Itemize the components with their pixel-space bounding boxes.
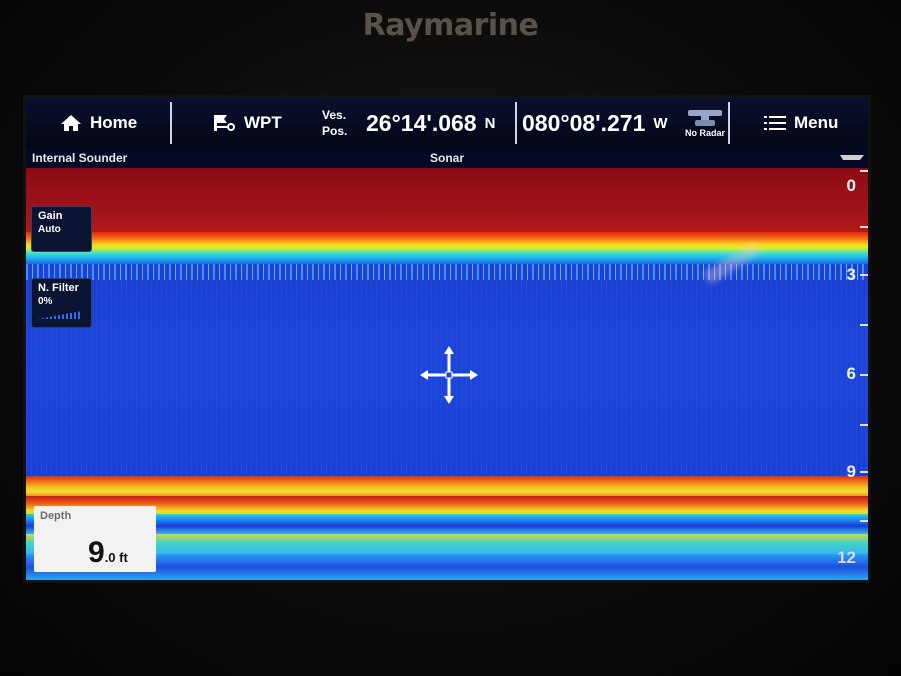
- longitude-hemisphere: W: [653, 114, 668, 132]
- noise-filter-value: 0%: [38, 296, 53, 307]
- latitude-value: 26°14'.068: [366, 109, 477, 136]
- scale-tick: [860, 274, 868, 276]
- vespos-line1: Ves.: [322, 108, 347, 122]
- radar-status-label: No Radar: [684, 128, 725, 138]
- gain-control[interactable]: Gain Auto: [31, 206, 92, 252]
- depth-label: Depth: [40, 510, 72, 522]
- gain-label: Gain: [38, 210, 63, 222]
- scale-tick: [860, 374, 868, 376]
- scale-tick: [860, 226, 868, 228]
- surface-clutter: [26, 168, 868, 234]
- sonar-subbar: Internal Sounder Sonar: [26, 148, 868, 168]
- noise-filter-control[interactable]: N. Filter 0%: [31, 278, 92, 328]
- depth-unit: .0 ft: [104, 550, 128, 565]
- vessel-position-label: Ves. Pos.: [322, 98, 347, 148]
- scale-tick: [860, 520, 868, 522]
- bottom-return: [26, 476, 868, 496]
- scale-label-9: 9: [846, 462, 856, 481]
- app-title: Sonar: [429, 151, 464, 165]
- scale-tick: [860, 170, 868, 172]
- divider: [728, 102, 730, 144]
- divider: [170, 102, 172, 144]
- divider: [515, 102, 517, 144]
- noise-band: [26, 264, 868, 280]
- menu-icon: [764, 116, 786, 130]
- gain-value: Auto: [38, 224, 61, 235]
- brand-logo: Raymarine: [362, 8, 539, 43]
- boat-icon: [840, 155, 864, 160]
- waypoint-icon: [214, 115, 235, 131]
- radar-status[interactable]: No Radar: [680, 98, 730, 148]
- waypoint-button[interactable]: WPT: [212, 98, 282, 148]
- chartplotter-screen: Home WPT Ves. Pos. 26°14'.068 N 080°08'.…: [26, 98, 868, 580]
- depth-databox[interactable]: Depth 9.0 ft: [34, 506, 156, 572]
- home-icon: [61, 115, 81, 131]
- longitude-readout: 080°08'.271 W: [522, 98, 668, 148]
- radar-icon: [688, 110, 722, 126]
- scale-label-0: 0: [846, 176, 856, 195]
- noise-filter-label: N. Filter: [38, 282, 79, 294]
- latitude-readout: 26°14'.068 N: [366, 98, 495, 148]
- home-label: Home: [90, 113, 138, 132]
- scale-label-3: 3: [846, 265, 856, 284]
- scale-tick: [860, 424, 868, 426]
- scale-label-6: 6: [846, 364, 856, 383]
- home-button[interactable]: Home: [60, 98, 137, 148]
- longitude-value: 080°08'.271: [522, 109, 646, 136]
- top-bar: Home WPT Ves. Pos. 26°14'.068 N 080°08'.…: [26, 98, 868, 148]
- waypoint-label: WPT: [244, 113, 282, 132]
- vespos-line2: Pos.: [322, 124, 348, 138]
- depth-value: 9: [88, 536, 105, 569]
- latitude-hemisphere: N: [484, 114, 496, 132]
- scale-label-12: 12: [837, 548, 856, 567]
- menu-label: Menu: [794, 113, 839, 132]
- noise-filter-meter: [38, 311, 82, 319]
- depth-readout: 9.0 ft: [88, 536, 128, 570]
- crosshair-icon[interactable]: [420, 346, 478, 404]
- scale-tick: [860, 471, 868, 473]
- depth-scale: 0 3 6 9 12: [828, 168, 868, 580]
- scale-tick: [860, 324, 868, 326]
- menu-button[interactable]: Menu: [764, 98, 838, 148]
